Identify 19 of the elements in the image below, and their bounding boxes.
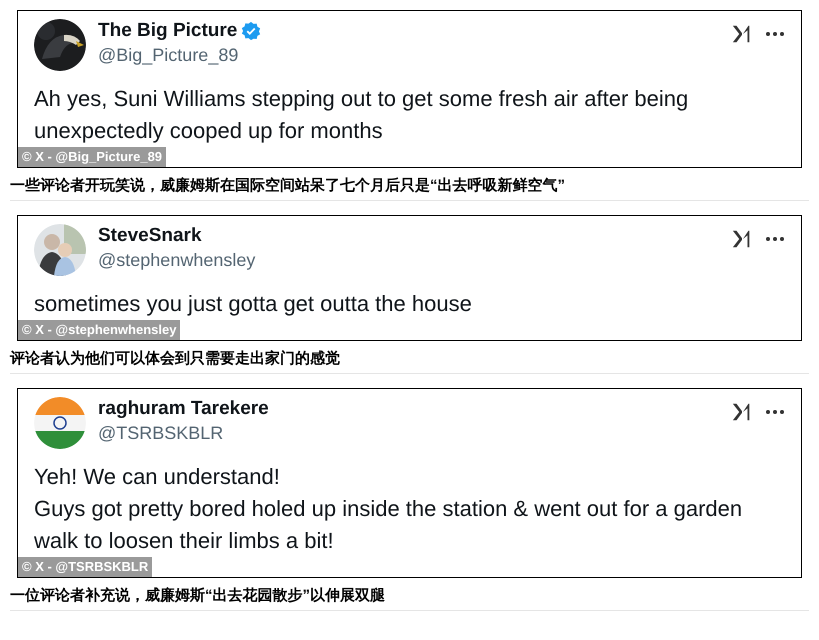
author-name: raghuram Tarekere bbox=[98, 397, 269, 421]
caption: 一些评论者开玩笑说，威廉姆斯在国际空间站呆了七个月后只是“出去呼吸新鲜空气” bbox=[10, 176, 809, 201]
caption: 评论者认为他们可以体会到只需要走出家门的感觉 bbox=[10, 349, 809, 374]
more-icon[interactable] bbox=[765, 31, 785, 37]
image-credit: © X - @TSRBSKBLR bbox=[18, 557, 152, 577]
post-text: Ah yes, Suni Williams stepping out to get some fresh air after being unexpectedly cooped up for months bbox=[34, 85, 690, 145]
post-text: Guys got pretty bored holed up inside the station & went out for a garden walk to loosen their limbs a bit! bbox=[34, 495, 744, 555]
author-handle: @Big_Picture_89 bbox=[98, 44, 240, 67]
more-icon[interactable] bbox=[765, 236, 785, 242]
image-credit: © X - @Big_Picture_89 bbox=[18, 147, 166, 167]
author-handle: @stephenwhensley bbox=[98, 249, 256, 272]
post-text: Yeh! We can understand! bbox=[34, 463, 281, 491]
author-name: The Big Picture bbox=[98, 19, 238, 43]
caption: 一位评论者补充说，威廉姆斯“出去花园散步”以伸展双腿 bbox=[10, 586, 809, 611]
author-name: SteveSnark bbox=[98, 224, 202, 248]
author-handle: @TSRBSKBLR bbox=[98, 422, 224, 445]
post-text: sometimes you just gotta get outta the house bbox=[34, 290, 473, 318]
more-icon[interactable] bbox=[765, 409, 785, 415]
image-credit: © X - @stephenwhensley bbox=[18, 320, 180, 340]
